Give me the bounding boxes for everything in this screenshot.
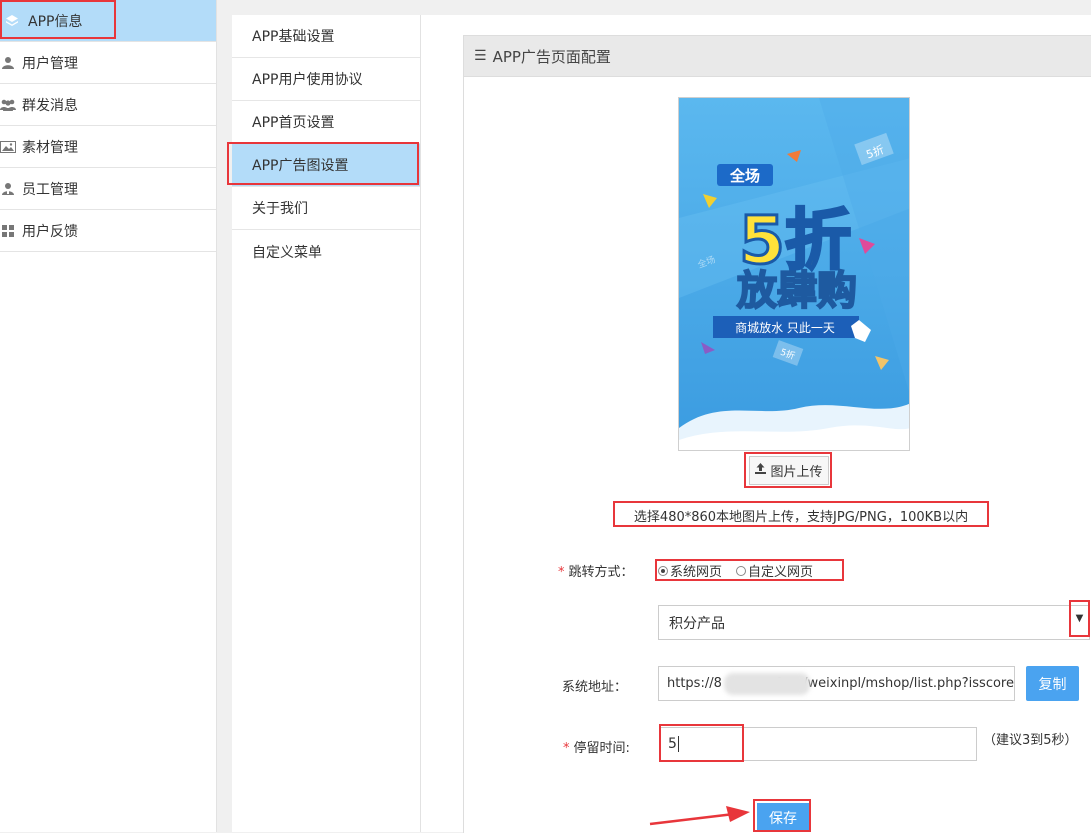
submenu-item-label: APP用户使用协议 [252, 72, 363, 88]
radio-dot-checked[interactable] [658, 565, 668, 576]
ad-tag-text: 全场 [729, 167, 760, 185]
ad-ribbon-text: 商城放水 只此一天 [735, 320, 835, 335]
radio-dot[interactable] [736, 565, 747, 576]
submenu-item-label: APP广告图设置 [252, 158, 349, 174]
ad-main-text: 放肆购 [737, 268, 857, 314]
sidebar-item-app-info[interactable]: APP信息 [0, 0, 216, 42]
submenu-item-basic[interactable]: APP基础设置 [232, 15, 420, 58]
select-value: 积分产品 [669, 615, 725, 632]
chevron-down-icon[interactable]: ▼ [1070, 600, 1089, 636]
menu-icon: ☰ [474, 48, 487, 64]
stay-time-hint: （建议3到5秒） [983, 733, 1078, 748]
jump-method-label: * 跳转方式： [558, 561, 634, 580]
stack-icon [4, 13, 20, 29]
stay-time-label: * 停留时间: [563, 737, 630, 756]
sidebar-item-label: APP信息 [28, 13, 83, 30]
jump-method-radio-group: 系统网页 自定义网页 [658, 561, 827, 580]
upload-hint: 选择480*860本地图片上传，支持JPG/PNG，100KB以内 [633, 510, 969, 525]
stay-time-value: 5 [668, 736, 677, 752]
radio-custom-page[interactable]: 自定义网页 [736, 561, 813, 580]
submenu-item-label: APP首页设置 [252, 115, 335, 131]
radio-label: 系统网页 [670, 565, 723, 580]
redaction-blur [724, 673, 810, 695]
save-button[interactable]: 保存 [757, 803, 809, 832]
upload-icon [755, 463, 767, 478]
submenu-item-ad[interactable]: APP广告图设置 [232, 144, 420, 187]
user-icon [0, 55, 16, 71]
sidebar-item-staff[interactable]: 员工管理 [0, 168, 216, 210]
image-icon [0, 139, 16, 155]
ad-image: 全场 5折 放肆购 商城放水 只此一天 5折 5折 全场 [678, 97, 910, 451]
required-mark: * [558, 565, 565, 580]
url-label: 系统地址： [562, 680, 628, 695]
url-prefix-text: https://8 [667, 676, 722, 691]
submenu-item-home[interactable]: APP首页设置 [232, 101, 420, 144]
text-cursor [677, 736, 679, 752]
submenu-item-label: APP基础设置 [252, 29, 335, 45]
required-mark: * [563, 741, 570, 756]
sidebar-item-broadcast[interactable]: 群发消息 [0, 84, 216, 126]
radio-label: 自定义网页 [748, 565, 814, 580]
sidebar-item-label: 员工管理 [22, 181, 78, 198]
sidebar-item-label: 用户管理 [22, 55, 78, 72]
sidebar: APP信息 用户管理 群发消息 素材管理 员工管理 用户反馈 [0, 0, 217, 832]
submenu-item-label: 关于我们 [252, 201, 308, 217]
panel-header: ☰ APP广告页面配置 [464, 36, 1091, 77]
users-icon [0, 97, 16, 113]
submenu-item-custom-menu[interactable]: 自定义菜单 [232, 230, 420, 273]
settings-submenu: APP基础设置 APP用户使用协议 APP首页设置 APP广告图设置 关于我们 … [232, 15, 421, 832]
radio-system-page[interactable]: 系统网页 [658, 561, 722, 580]
grid-icon [0, 223, 16, 239]
jump-method-label-text: 跳转方式： [568, 565, 634, 580]
stay-time-label-text: 停留时间: [573, 741, 630, 756]
sidebar-item-feedback[interactable]: 用户反馈 [0, 210, 216, 252]
sidebar-item-materials[interactable]: 素材管理 [0, 126, 216, 168]
stay-time-input[interactable]: 5 [659, 727, 977, 761]
sidebar-item-users[interactable]: 用户管理 [0, 42, 216, 84]
submenu-item-about[interactable]: 关于我们 [232, 187, 420, 230]
panel-title: APP广告页面配置 [492, 47, 611, 66]
sidebar-item-label: 群发消息 [22, 97, 78, 114]
sidebar-item-label: 素材管理 [22, 139, 78, 156]
page-select[interactable]: 积分产品 [658, 605, 1090, 640]
upload-button-label: 图片上传 [770, 465, 823, 480]
system-url-field[interactable]: https://8 0.cn/weixinpl/mshop/list.php?i… [658, 666, 1015, 701]
url-suffix-text: 0.cn/weixinpl/mshop/list.php?isscore [775, 676, 1014, 691]
sidebar-item-label: 用户反馈 [22, 223, 78, 240]
submenu-item-label: 自定义菜单 [252, 244, 322, 261]
image-upload-button[interactable]: 图片上传 [749, 456, 829, 485]
staff-icon [0, 181, 16, 197]
annotation-arrow [649, 806, 750, 826]
submenu-item-agreement[interactable]: APP用户使用协议 [232, 58, 420, 101]
copy-button[interactable]: 复制 [1026, 666, 1079, 701]
